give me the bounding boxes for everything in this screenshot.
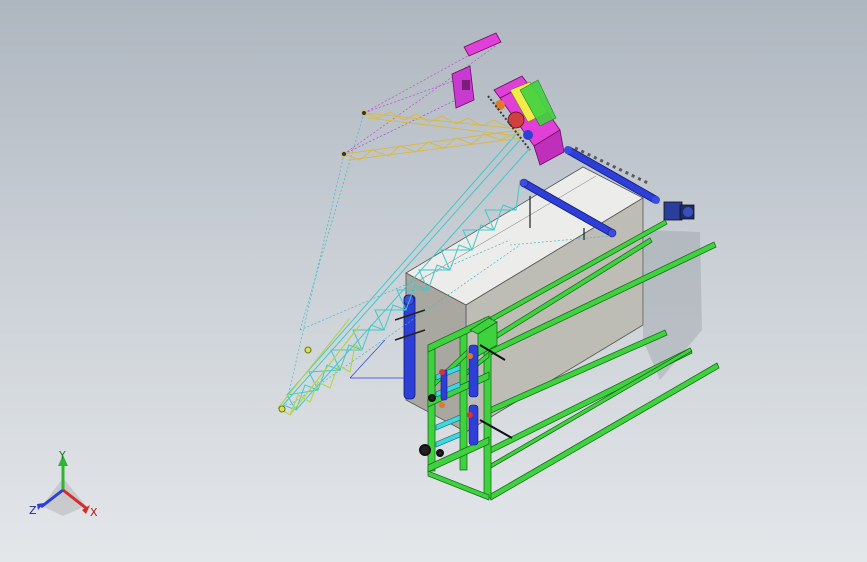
y-axis-label: Y — [58, 449, 66, 462]
x-axis-label: X — [90, 506, 98, 519]
z-axis-label: Z — [29, 504, 37, 517]
model-scene[interactable]: Y X Z — [0, 0, 867, 562]
cad-viewport[interactable]: Y X Z — [0, 0, 867, 562]
upper-jib-lattice[interactable] — [341, 110, 523, 161]
coordinate-triad: Y X Z — [29, 449, 98, 519]
